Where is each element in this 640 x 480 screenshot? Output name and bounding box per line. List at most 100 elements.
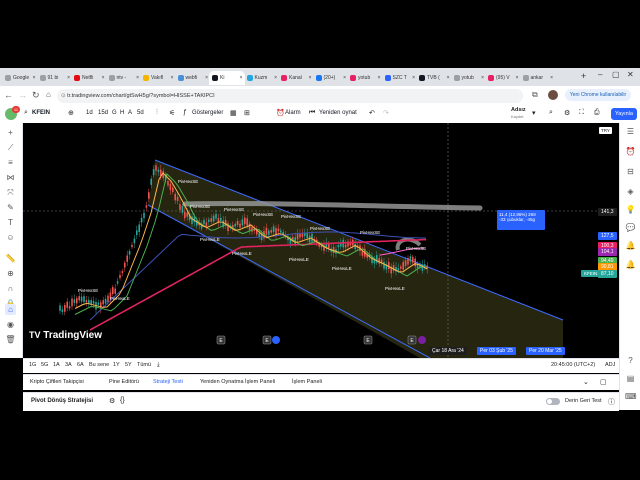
tab-close-icon[interactable]: × [171,75,174,81]
alarm-button[interactable]: Alarm [285,110,301,116]
maximize-icon[interactable]: ▢ [612,70,620,79]
tab-close-icon[interactable]: × [343,75,346,81]
settings-icon[interactable]: ⚙ [564,109,570,117]
browser-tab[interactable]: SZC T × [382,71,418,85]
deep-test-toggle[interactable] [546,398,560,405]
trend-line-icon[interactable]: ⟋ [5,142,16,153]
panel-tab-3[interactable]: Yeniden Oynatma İşlem Paneli [200,379,275,385]
add-symbol-icon[interactable]: ⊕ [68,109,74,117]
browser-tab[interactable]: Netfli × [71,71,107,85]
tab-close-icon[interactable]: × [412,75,415,81]
range-6[interactable]: 1Y [113,362,120,368]
browser-tab[interactable]: Ki × [209,71,245,85]
deep-test-info-icon[interactable]: ⓘ [608,397,615,407]
eye-icon[interactable]: ◉ [5,319,16,330]
browser-tab[interactable]: Google × [2,71,38,85]
url-input[interactable]: ⊙ tr.tradingview.com/chart/gtSwH5g/?symb… [57,89,523,103]
crosshair-icon[interactable]: + [5,127,16,138]
hotkeys-icon[interactable]: ⌨ [625,391,637,402]
new-tab-button[interactable]: + [581,71,586,81]
tab-close-icon[interactable]: × [309,75,312,81]
extensions-icon[interactable]: ⧉ [532,90,538,100]
tab-close-icon[interactable]: × [481,75,484,81]
help-icon[interactable]: ? [625,355,636,366]
magnet-icon[interactable]: ∩ [5,283,16,294]
layout-name[interactable]: Adsız [511,107,526,113]
layers-icon[interactable]: ◈ [625,186,636,197]
replay-icon[interactable]: ⏮ [309,109,315,117]
object-tree-icon[interactable]: ⊟ [625,166,636,177]
alarm-icon[interactable]: ⏰ [276,109,285,117]
browser-tab[interactable]: Kanal × [278,71,314,85]
site-info-icon[interactable]: ⊙ [61,93,66,99]
browser-tab[interactable]: Kuzm × [244,71,280,85]
minimize-icon[interactable]: – [598,70,602,79]
interval-15d[interactable]: 15d [98,110,108,116]
ideas-icon[interactable]: 💡 [625,204,636,215]
range-3[interactable]: 3A [65,362,72,368]
interval-A[interactable]: A [128,110,132,116]
browser-tab[interactable]: yotub × [451,71,487,85]
symbol-name[interactable]: KFEIN [32,110,50,116]
range-1[interactable]: 5G [41,362,48,368]
redo-icon[interactable]: ↷ [383,109,389,117]
tab-close-icon[interactable]: × [550,75,553,81]
range-7[interactable]: 5Y [125,362,132,368]
browser-tab[interactable]: 91 bi × [37,71,73,85]
price-axis[interactable]: TRY 141,3 127,5 100,3 104,1 94,49 90,81 87,10 [597,123,619,358]
tab-close-icon[interactable]: × [67,75,70,81]
range-4[interactable]: 6A [77,362,84,368]
panel-tab-4[interactable]: İşlem Paneli [292,379,322,385]
browser-tab[interactable]: yotub × [347,71,383,85]
pattern-icon[interactable]: ⋈ [5,172,16,183]
browser-tab[interactable]: (95) V × [485,71,521,85]
tab-close-icon[interactable]: × [274,75,277,81]
panel-collapse-icon[interactable]: ⌄ [583,378,589,386]
measure-icon[interactable]: 📏 [5,253,16,264]
strategy-settings-icon[interactable]: ⚙ [109,397,115,405]
range-8[interactable]: Tümü [137,362,151,368]
interval-1d[interactable]: 1d [86,110,93,116]
alerts-icon[interactable]: ⏰ [625,146,636,157]
save-label[interactable]: Kaydet [511,114,523,119]
chart-pane[interactable]: PivHexSE PivHexSE PivHexSE PivHexSE PivHexSE… [23,123,597,358]
lock-icon-active[interactable]: ⌂ [5,304,16,315]
layout-dropdown-icon[interactable]: ▾ [532,109,536,117]
indicators-icon[interactable]: ƒ [183,109,187,116]
bell-icon[interactable]: 🔔 [625,259,636,270]
range-2[interactable]: 1A [53,362,60,368]
browser-tab[interactable]: Vakıfl × [140,71,176,85]
templates-icon[interactable]: ▦ [230,109,237,117]
tab-close-icon[interactable]: × [136,75,139,81]
panels-icon[interactable]: ▤ [625,373,636,384]
browser-tab[interactable]: (20+) × [313,71,349,85]
range-5[interactable]: Bu sene [89,362,109,368]
chart-type-icon[interactable]: ⫶ [156,109,158,117]
browser-tab[interactable]: webfi × [175,71,211,85]
zoom-icon[interactable]: ⊕ [5,268,16,279]
forward-icon[interactable]: → [18,90,27,100]
fullscreen-icon[interactable]: ⛶ [579,109,584,117]
trash-icon[interactable]: 🗑 [5,334,16,345]
watchlist-icon[interactable]: ☰ [625,126,636,137]
browser-tab[interactable]: ankar × [520,71,556,85]
browser-tab[interactable]: TVB (× [416,71,452,85]
emoji-icon[interactable]: ☺ [5,232,16,243]
tradingview-logo[interactable]: TV TradingView [29,330,102,341]
tab-close-icon[interactable]: × [102,75,105,81]
panel-maximize-icon[interactable]: ▢ [600,378,607,386]
profile-avatar[interactable] [548,90,558,100]
interval-5d[interactable]: 5d [137,110,144,116]
tab-close-icon[interactable]: × [33,75,36,81]
strategy-source-icon[interactable]: {} [120,397,125,404]
tab-close-icon[interactable]: × [378,75,381,81]
publish-button[interactable]: Yayınla [611,108,637,120]
home-icon[interactable]: ⌂ [46,90,51,99]
interval-G[interactable]: G [112,110,117,116]
layout-icon[interactable]: ⊞ [244,109,250,117]
compare-icon[interactable]: ⚟ [169,109,175,117]
currency-label[interactable]: TRY [599,127,612,134]
fib-icon[interactable]: ≡ [5,157,16,168]
tab-close-icon[interactable]: × [240,75,243,81]
projection-icon[interactable]: ⤧ [5,187,16,198]
